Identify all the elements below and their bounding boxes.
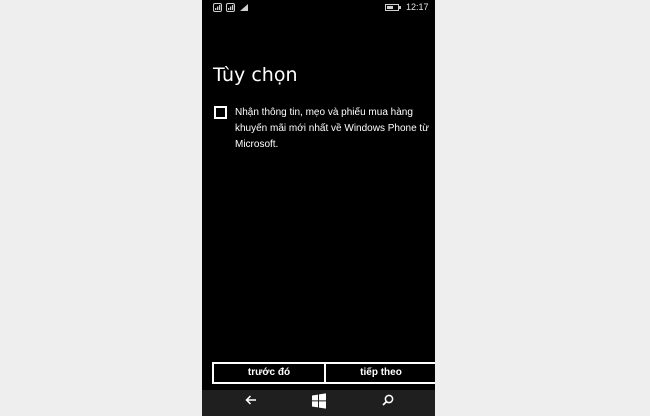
signal-1-icon: [213, 3, 222, 12]
search-icon[interactable]: [377, 393, 399, 413]
navigation-bar: [202, 390, 435, 416]
wifi-icon: [239, 3, 248, 12]
promo-checkbox-label[interactable]: Nhận thông tin, mẹo và phiếu mua hàng kh…: [235, 105, 435, 153]
next-button[interactable]: tiếp theo: [324, 362, 435, 384]
back-arrow-icon[interactable]: [240, 393, 262, 413]
previous-button[interactable]: trước đó: [212, 362, 326, 384]
battery-icon: [385, 4, 401, 11]
battery-level: [387, 6, 393, 9]
page-title: Tùy chọn: [213, 64, 298, 86]
status-time: 12:17: [406, 2, 429, 12]
windows-start-icon[interactable]: [308, 393, 330, 413]
signal-2-icon: [226, 3, 235, 12]
phone-screen: 12:17 Tùy chọn Nhận thông tin, mẹo và ph…: [202, 0, 435, 416]
promo-checkbox[interactable]: [214, 106, 227, 119]
status-bar: 12:17: [202, 0, 435, 16]
